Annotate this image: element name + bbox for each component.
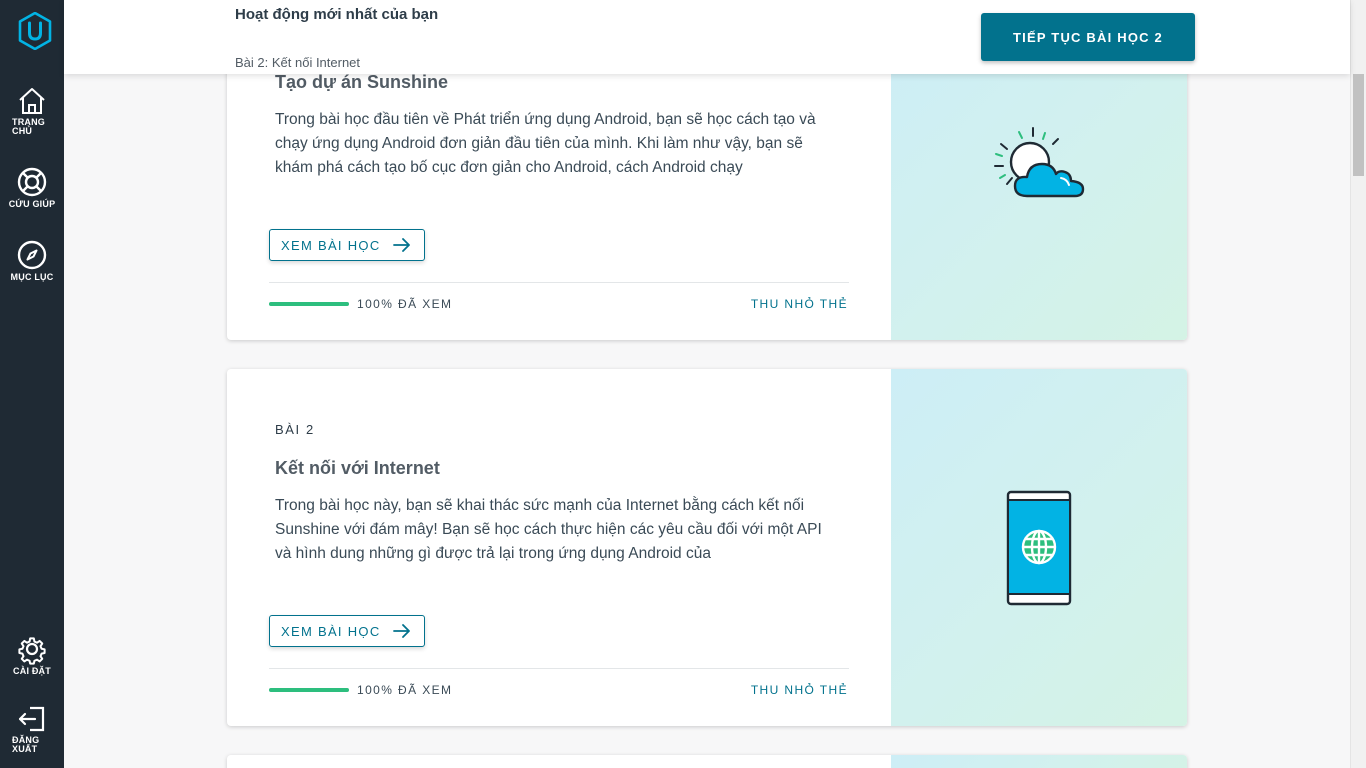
progress-text: 100% ĐÃ XEM [357,297,453,311]
phone-globe-icon [1006,490,1072,606]
view-lesson-label: XEM BÀI HỌC [281,623,381,639]
nav-settings-label: CÀI ĐẶT [13,666,51,676]
progress-bar [269,688,349,692]
lesson-card [227,755,1187,768]
sidebar: TRANG CHỦ CỨU GIÚP MỤC LỤC CÀI ĐẶT ĐĂNG … [0,0,64,768]
progress-text: 100% ĐÃ XEM [357,683,453,697]
lesson-card: Tạo dự án Sunshine Trong bài học đầu tiê… [227,34,1187,340]
udacity-logo[interactable] [18,12,52,50]
nav-catalog-label: MỤC LỤC [10,272,54,282]
page-scrollbar[interactable] [1350,0,1366,768]
header-subtitle: Bài 2: Kết nối Internet [235,55,361,70]
lifebuoy-icon [17,167,47,197]
view-lesson-button[interactable]: XEM BÀI HỌC [269,229,425,261]
collapse-card-link[interactable]: THU NHỎ THẺ [751,297,848,311]
lesson-card: BÀI 2 Kết nối với Internet Trong bài học… [227,369,1187,726]
progress-fill [269,688,349,692]
nav-help[interactable]: CỨU GIÚP [0,166,64,209]
nav-catalog[interactable]: MỤC LỤC [0,239,64,282]
arrow-right-icon [392,624,410,638]
arrow-right-icon [392,238,410,252]
nav-home[interactable]: TRANG CHỦ [0,86,64,136]
lesson-number: BÀI 2 [275,422,315,437]
lesson-description: Trong bài học đầu tiên về Phát triển ứng… [275,111,816,176]
card-divider [269,282,849,283]
gear-icon [18,637,46,665]
nav-settings[interactable]: CÀI ĐẶT [0,633,64,676]
nav-home-label: TRANG CHỦ [12,117,45,136]
lesson-art [891,34,1187,340]
compass-icon [17,240,47,270]
nav-logout-label: ĐĂNG XUẤT [12,735,40,754]
lesson-art [891,369,1187,726]
weather-sun-cloud-icon [994,127,1085,198]
lesson-art [891,755,1187,768]
view-lesson-button[interactable]: XEM BÀI HỌC [269,615,425,647]
header-title: Hoạt động mới nhất của bạn [235,6,439,23]
nav-help-label: CỨU GIÚP [8,199,56,209]
view-lesson-label: XEM BÀI HỌC [281,237,381,253]
card-divider [269,668,849,669]
home-icon [19,88,45,114]
activity-header: Hoạt động mới nhất của bạn Bài 2: Kết nố… [64,0,1350,74]
progress-bar [269,302,349,306]
scrollbar-thumb[interactable] [1353,74,1364,176]
continue-lesson-button[interactable]: TIẾP TỤC BÀI HỌC 2 [981,13,1195,61]
logout-icon [18,706,45,732]
progress-fill [269,302,349,306]
nav-logout[interactable]: ĐĂNG XUẤT [0,704,64,754]
collapse-card-link[interactable]: THU NHỎ THẺ [751,683,848,697]
lesson-title: Kết nối với Internet [275,458,440,478]
lesson-title: Tạo dự án Sunshine [275,72,449,92]
lesson-description: Trong bài học này, bạn sẽ khai thác sức … [275,497,822,562]
